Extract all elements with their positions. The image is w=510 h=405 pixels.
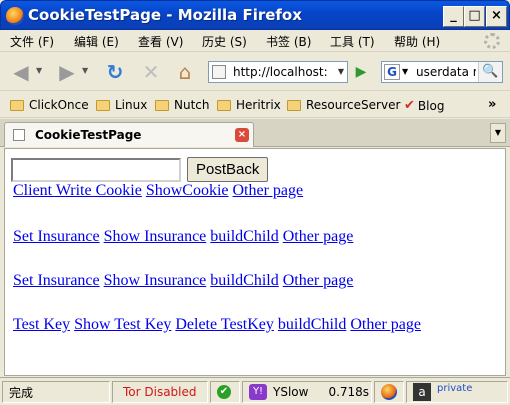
google-icon[interactable]: G [384,64,400,80]
url-bar[interactable]: http://localhost: ▼ [208,61,348,83]
delete-test-key-link[interactable]: Delete TestKey [175,316,274,333]
client-write-cookie-link[interactable]: Client Write Cookie [13,182,142,199]
menu-file[interactable]: 文件 (F) [10,33,54,50]
menu-bookmarks[interactable]: 书签 (B) [266,33,311,50]
menu-bar: 文件 (F) 编辑 (E) 查看 (V) 历史 (S) 书签 (B) 工具 (T… [0,30,510,52]
postback-button[interactable]: PostBack [187,157,269,182]
bookmark-blog[interactable]: ✔ Blog [404,98,444,113]
other-page-link[interactable]: Other page [283,228,354,245]
tab-list-button[interactable]: ▼ [490,123,506,143]
yslow-label: YSlow [273,385,309,399]
bookmark-nutch[interactable]: Nutch [155,98,210,112]
bookmark-heritrix[interactable]: Heritrix [217,98,281,112]
page-favicon-icon [13,129,25,141]
folder-icon [155,99,169,111]
private-browsing-status[interactable]: a private [406,381,508,403]
tab-strip: CookieTestPage × ▼ [0,119,510,147]
folder-icon [10,99,24,111]
build-child-link[interactable]: buildChild [278,316,346,333]
folder-icon [96,99,110,111]
go-icon[interactable]: ▶ [350,62,372,82]
reload-icon[interactable]: ↻ [102,59,128,85]
other-page-link[interactable]: Other page [283,272,354,289]
maximize-button[interactable]: □ [464,6,485,27]
security-status[interactable]: ✔ [210,381,240,403]
search-icon[interactable]: 🔍 [478,62,502,82]
window-title: CookieTestPage - Mozilla Firefox [28,6,302,24]
link-row-4: Test Key Show Test Key Delete TestKey bu… [13,316,421,334]
firefox-status[interactable] [374,381,404,403]
menu-help[interactable]: 帮助 (H) [394,33,440,50]
bookmark-resourceserver[interactable]: ResourceServer [287,98,400,112]
build-child-link[interactable]: buildChild [210,272,278,289]
test-key-link[interactable]: Test Key [13,316,70,333]
show-cookie-link[interactable]: ShowCookie [146,182,229,199]
yslow-icon: Y! [249,384,267,400]
menu-view[interactable]: 查看 (V) [138,33,183,50]
close-window-button[interactable]: × [486,6,507,27]
build-child-link[interactable]: buildChild [210,228,278,245]
minimize-button[interactable]: _ [443,6,464,27]
bookmark-clickonce[interactable]: ClickOnce [10,98,89,112]
form-row: PostBack [11,157,269,182]
search-bar[interactable]: G ▼ userdata r 🔍 [381,61,503,83]
forward-icon[interactable]: ▶ [54,59,80,85]
checkmark-icon: ✔ [404,98,415,113]
firefox-icon [6,7,24,25]
private-browsing-icon: a [413,383,431,401]
other-page-link[interactable]: Other page [350,316,421,333]
tor-status[interactable]: Tor Disabled [112,381,208,403]
navigation-toolbar: ◀ ▼ ▶ ▼ ↻ ✕ ⌂ http://localhost: ▼ ▶ G ▼ … [0,53,510,91]
link-row-1: Client Write Cookie ShowCookie Other pag… [13,182,303,200]
search-engine-dropdown-icon[interactable]: ▼ [402,63,408,81]
url-input[interactable]: http://localhost: [233,65,329,79]
page-favicon-icon [212,65,226,79]
show-test-key-link[interactable]: Show Test Key [74,316,171,333]
bookmark-label: Blog [417,98,445,113]
bookmark-label: Heritrix [236,98,281,112]
bookmark-label: Nutch [174,98,210,112]
status-bar: 完成 Tor Disabled ✔ Y! YSlow 0.718s a priv… [0,377,510,405]
folder-icon [287,99,301,111]
yslow-time: 0.718s [328,385,370,399]
throbber-icon [484,33,500,49]
bookmark-label: ResourceServer [306,98,401,112]
set-insurance-link[interactable]: Set Insurance [13,272,100,289]
bookmarks-overflow-button[interactable]: » [488,97,496,112]
show-insurance-link[interactable]: Show Insurance [104,228,207,245]
close-tab-icon[interactable]: × [235,128,249,142]
show-insurance-link[interactable]: Show Insurance [104,272,207,289]
yslow-status[interactable]: Y! YSlow 0.718s [242,381,372,403]
menu-history[interactable]: 历史 (S) [202,33,247,50]
private-label: private [437,383,473,394]
link-row-3: Set Insurance Show Insurance buildChild … [13,272,353,290]
page-content: PostBack Client Write Cookie ShowCookie … [4,148,506,376]
link-row-2: Set Insurance Show Insurance buildChild … [13,228,353,246]
status-text: 完成 [2,381,110,403]
bookmarks-toolbar: ClickOnce Linux Nutch Heritrix ResourceS… [0,92,510,118]
tab-label: CookieTestPage [35,128,142,142]
set-insurance-link[interactable]: Set Insurance [13,228,100,245]
back-dropdown-icon[interactable]: ▼ [36,66,42,75]
firefox-icon [381,384,397,400]
folder-icon [217,99,231,111]
forward-dropdown-icon[interactable]: ▼ [82,66,88,75]
text-input[interactable] [11,157,181,182]
bookmark-label: Linux [115,98,148,112]
search-input[interactable]: userdata r [416,65,476,79]
stop-icon[interactable]: ✕ [138,59,164,85]
menu-tools[interactable]: 工具 (T) [330,33,375,50]
back-icon[interactable]: ◀ [8,59,34,85]
url-dropdown-icon[interactable]: ▼ [335,63,347,81]
menu-edit[interactable]: 编辑 (E) [74,33,119,50]
home-icon[interactable]: ⌂ [172,59,198,85]
tab-cookietestpage[interactable]: CookieTestPage × [4,122,254,147]
other-page-link[interactable]: Other page [233,182,304,199]
bookmark-label: ClickOnce [29,98,89,112]
title-bar[interactable]: CookieTestPage - Mozilla Firefox _ □ × [0,0,510,30]
check-icon: ✔ [217,385,231,399]
bookmark-linux[interactable]: Linux [96,98,147,112]
